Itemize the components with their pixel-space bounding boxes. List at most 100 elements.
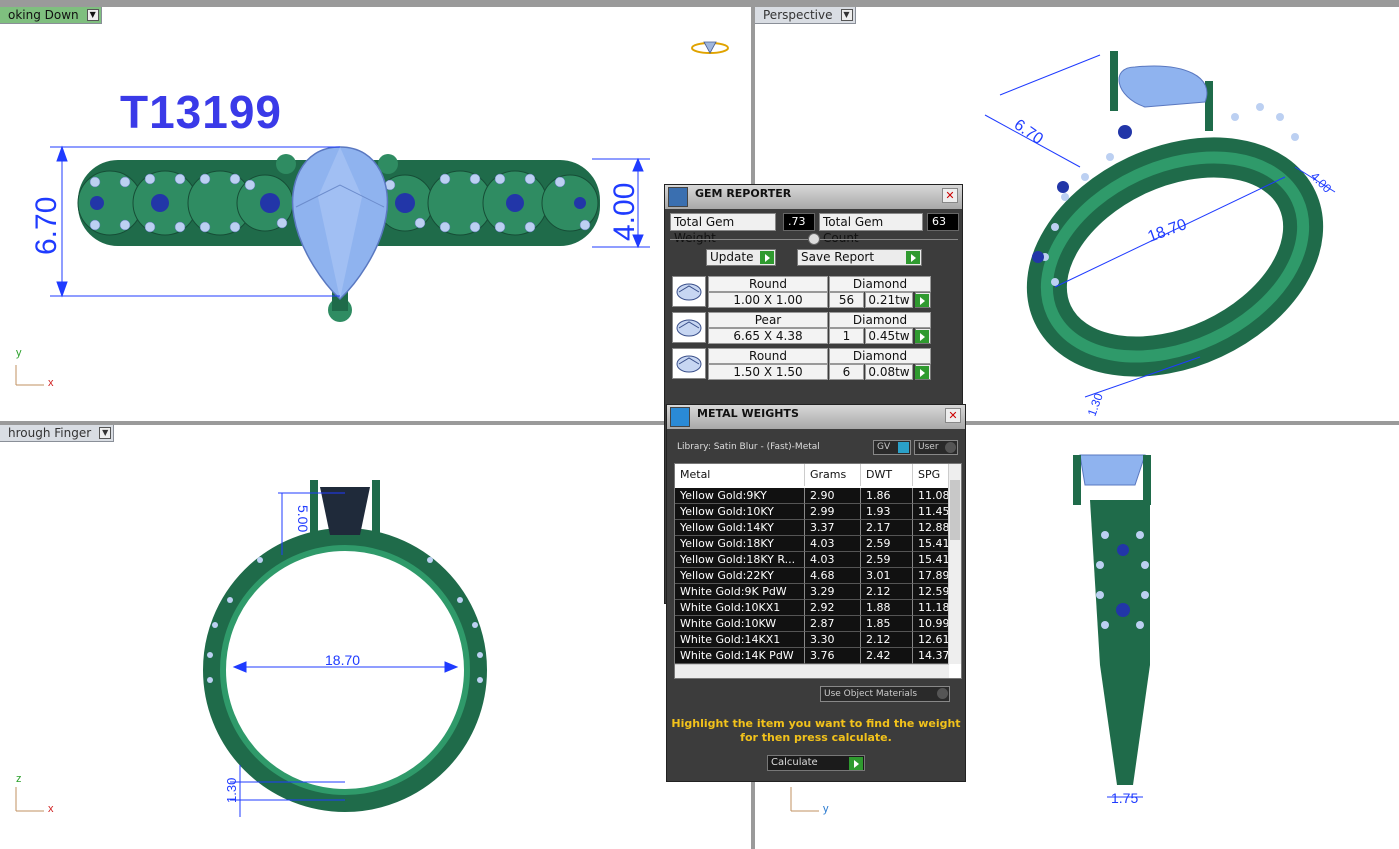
table-cell: 3.76 (805, 648, 861, 664)
gem-weight: 0.21tw (865, 292, 913, 308)
gem-shape: Pear (708, 312, 828, 328)
column-header[interactable]: DWT (861, 464, 913, 486)
update-button[interactable]: Update (706, 249, 776, 266)
toggle-knob (937, 688, 948, 699)
axis-label-x: x (48, 803, 54, 815)
gem-shape: Round (708, 348, 828, 364)
gv-toggle[interactable]: GV (873, 440, 911, 455)
gem-thumbnail-icon (672, 276, 706, 307)
ring-preview-icon (691, 41, 729, 54)
table-cell: White Gold:14K PdW (675, 648, 805, 664)
toggle-knob (945, 442, 956, 453)
gem-material: Diamond (829, 312, 931, 328)
collapse-icon[interactable] (808, 233, 820, 245)
update-button-label: Update (710, 250, 754, 264)
table-cell: 12.59 (913, 584, 953, 600)
gem-material: Diamond (829, 348, 931, 364)
dim-right: 4.00 (608, 183, 641, 241)
table-cell: 2.90 (805, 488, 861, 504)
play-icon (915, 366, 929, 379)
play-icon (915, 294, 929, 307)
metal-weights-panel[interactable]: METAL WEIGHTS ✕ Library: Satin Blur - (F… (666, 404, 966, 782)
calculate-button[interactable]: Calculate (767, 755, 865, 771)
dim-top: 5.00 (295, 505, 311, 532)
use-object-materials-toggle[interactable]: Use Object Materials (820, 686, 950, 702)
table-cell: White Gold:10KX1 (675, 600, 805, 616)
horizontal-scrollbar[interactable] (675, 664, 949, 678)
table-row[interactable]: White Gold:14K PdW 3.76 2.42 14.37 (675, 648, 953, 664)
close-icon[interactable]: ✕ (942, 188, 958, 203)
table-row[interactable]: Yellow Gold:14KY 3.37 2.17 12.88 (675, 520, 953, 536)
table-cell: 2.87 (805, 616, 861, 632)
table-cell: Yellow Gold:18KY (675, 536, 805, 552)
gem-material: Diamond (829, 276, 931, 292)
table-row[interactable]: Yellow Gold:18KY R... 4.03 2.59 15.41 (675, 552, 953, 568)
table-cell: Yellow Gold:14KY (675, 520, 805, 536)
play-icon (915, 330, 929, 343)
metal-weights-titlebar[interactable]: METAL WEIGHTS ✕ (667, 405, 965, 429)
column-header[interactable]: Grams (805, 464, 861, 486)
table-cell: 11.18 (913, 600, 953, 616)
gem-detail-button[interactable] (915, 328, 931, 344)
table-cell: 4.03 (805, 552, 861, 568)
table-cell: 2.12 (861, 632, 913, 648)
table-cell: 3.01 (861, 568, 913, 584)
ring-side-view: 18.70 5.00 1.30 (15, 480, 487, 817)
save-report-label: Save Report (801, 250, 875, 264)
table-cell: Yellow Gold:9KY (675, 488, 805, 504)
table-row[interactable]: White Gold:10KX1 2.92 1.88 11.18 (675, 600, 953, 616)
dim-height: 6.70 (30, 197, 63, 255)
total-gem-weight-label: Total Gem Weight (670, 213, 776, 245)
user-toggle[interactable]: User (914, 440, 958, 455)
viewport-through-finger[interactable]: hrough Finger ▼ 18.70 5.00 1.30 z x (0, 425, 751, 849)
gem-count: 1 (829, 328, 864, 344)
use-object-materials-label: Use Object Materials (824, 689, 918, 699)
table-row[interactable]: White Gold:9K PdW 3.29 2.12 12.59 (675, 584, 953, 600)
gem-row[interactable]: Round Diamond 1.50 X 1.50 6 0.08tw (672, 347, 931, 381)
gem-row[interactable]: Round Diamond 1.00 X 1.00 56 0.21tw (672, 275, 931, 309)
user-label: User (918, 442, 939, 452)
table-row[interactable]: White Gold:10KW 2.87 1.85 10.99 (675, 616, 953, 632)
ring-top-view: 6.70 4.00 (15, 41, 729, 386)
scroll-thumb[interactable] (950, 480, 960, 540)
table-row[interactable]: Yellow Gold:18KY 4.03 2.59 15.41 (675, 536, 953, 552)
total-gem-count-value: 63 (927, 213, 959, 231)
gem-list: Round Diamond 1.00 X 1.00 56 0.21tw Pear Diamo… (665, 275, 964, 405)
table-header: Metal Grams DWT SPG (675, 464, 953, 486)
table-cell: 1.88 (861, 600, 913, 616)
vertical-scrollbar[interactable] (948, 464, 961, 664)
table-cell: 4.68 (805, 568, 861, 584)
dim-inner: 18.70 (325, 652, 360, 668)
gv-label: GV (877, 442, 891, 452)
column-header[interactable]: SPG (913, 464, 953, 486)
gem-row[interactable]: Pear Diamond 6.65 X 4.38 1 0.45tw (672, 311, 931, 345)
dim-a: 6.70 (1011, 116, 1046, 148)
table-row[interactable]: White Gold:14KX1 3.30 2.12 12.61 (675, 632, 953, 648)
close-icon[interactable]: ✕ (945, 408, 961, 423)
table-cell: 10.99 (913, 616, 953, 632)
play-icon (849, 757, 863, 770)
viewport-looking-down[interactable]: oking Down ▼ T13199 6.70 4.00 y x (0, 7, 751, 421)
dim-d: 1.30 (1085, 391, 1106, 418)
metal-weights-table[interactable]: Metal Grams DWT SPG Yellow Gold:9KY 2.90 1.86… (674, 463, 962, 679)
save-report-button[interactable]: Save Report (797, 249, 922, 266)
table-cell: White Gold:10KW (675, 616, 805, 632)
gem-detail-button[interactable] (915, 292, 931, 308)
table-cell: 3.30 (805, 632, 861, 648)
play-icon (906, 251, 920, 264)
table-cell: 17.89 (913, 568, 953, 584)
table-cell: Yellow Gold:10KY (675, 504, 805, 520)
table-row[interactable]: Yellow Gold:10KY 2.99 1.93 11.45 (675, 504, 953, 520)
table-cell: 12.88 (913, 520, 953, 536)
table-row[interactable]: Yellow Gold:22KY 4.68 3.01 17.89 (675, 568, 953, 584)
column-header[interactable]: Metal (675, 464, 805, 486)
table-row[interactable]: Yellow Gold:9KY 2.90 1.86 11.08 (675, 488, 953, 504)
table-cell: 2.99 (805, 504, 861, 520)
gem-detail-button[interactable] (915, 364, 931, 380)
table-cell: 11.08 (913, 488, 953, 504)
metal-weights-icon (670, 407, 690, 427)
cad-workspace: oking Down ▼ T13199 6.70 4.00 y x Perspe… (0, 0, 1399, 849)
play-icon (760, 251, 774, 264)
gem-reporter-titlebar[interactable]: GEM REPORTER ✕ (665, 185, 962, 209)
table-cell: 4.03 (805, 536, 861, 552)
